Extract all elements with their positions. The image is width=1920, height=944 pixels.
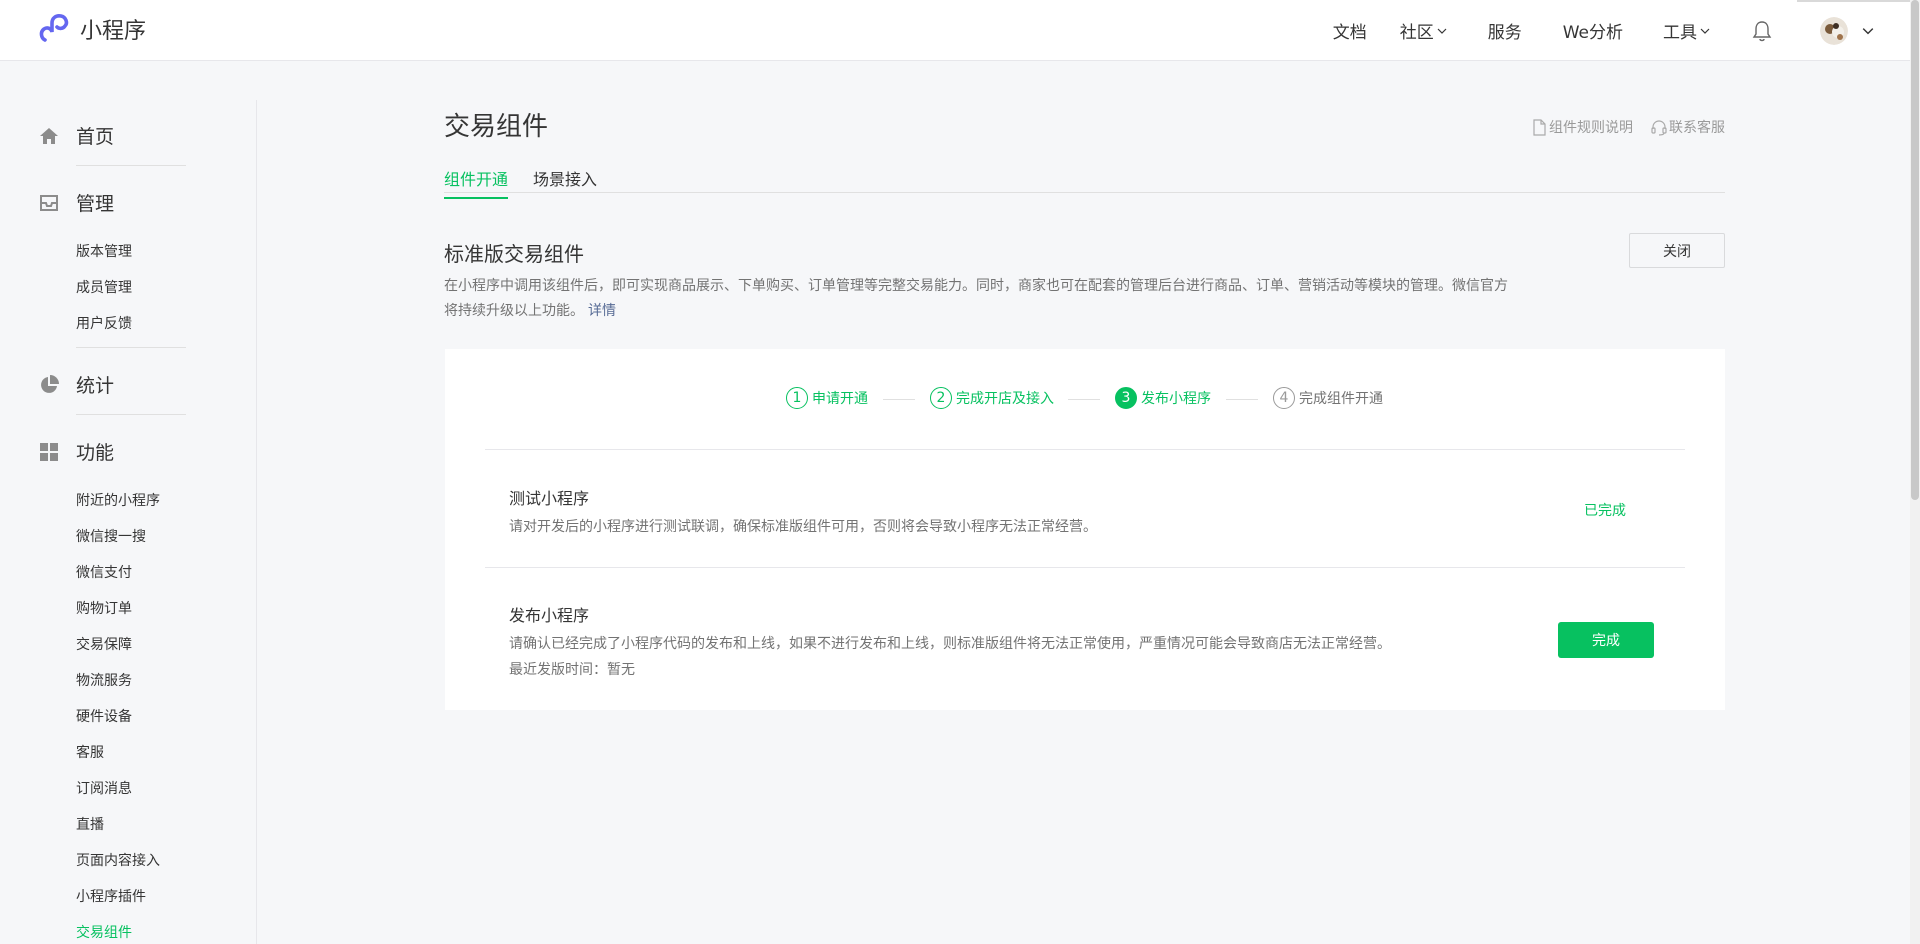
sidebar-item-version[interactable]: 版本管理: [76, 241, 132, 261]
nav-community[interactable]: 社区: [1400, 18, 1447, 43]
sidebar-item-plugins[interactable]: 小程序插件: [76, 886, 146, 906]
sidebar-item-orders[interactable]: 购物订单: [76, 598, 132, 618]
support-link-label: 联系客服: [1669, 120, 1725, 136]
step-connector: [1068, 399, 1100, 400]
sidebar-item-feedback[interactable]: 用户反馈: [76, 313, 132, 333]
sidebar-item-pay[interactable]: 微信支付: [76, 562, 132, 582]
top-bar: 小程序 文档 社区 服务 We分析 工具: [0, 0, 1920, 61]
sidebar: 首页 管理 版本管理 成员管理 用户反馈 统计 功能 附近的小程序 微信搜一搜 …: [0, 100, 257, 944]
avatar-image: [1820, 16, 1848, 45]
sidebar-item-members[interactable]: 成员管理: [76, 277, 132, 297]
card-divider: [485, 567, 1685, 568]
nav-we-analysis-label: We分析: [1562, 23, 1623, 43]
sidebar-item-stats-label: 统计: [76, 375, 115, 397]
task-publish-desc: 请确认已经完成了小程序代码的发布和上线，如果不进行发布和上线，则标准版组件将无法…: [509, 636, 1391, 652]
sidebar-item-subscribe[interactable]: 订阅消息: [76, 778, 132, 798]
tab-scene-access[interactable]: 场景接入: [533, 166, 597, 190]
task-publish-last-release: 最近发版时间：暂无: [509, 662, 635, 678]
sidebar-item-home[interactable]: 首页: [38, 122, 114, 149]
details-link[interactable]: 详情: [588, 303, 616, 319]
bell-icon[interactable]: [1752, 20, 1772, 42]
description-line-2: 将持续升级以上功能。: [444, 303, 584, 319]
sidebar-item-trade-component[interactable]: 交易组件: [76, 922, 132, 942]
scrollbar-thumb[interactable]: [1911, 0, 1919, 500]
sidebar-item-home-label: 首页: [76, 126, 115, 148]
task-test-title: 测试小程序: [509, 489, 590, 508]
logo-text: 小程序: [80, 19, 147, 44]
grid-icon: [40, 442, 58, 461]
page-title: 交易组件: [444, 112, 549, 142]
complete-button[interactable]: 完成: [1558, 622, 1654, 658]
step-4-label: 完成组件开通: [1299, 391, 1383, 407]
description-line-2-wrap: 将持续升级以上功能。 详情: [444, 299, 1524, 324]
stepper: 1 申请开通 2 完成开店及接入 3 发布小程序 4 完成组件开通: [445, 387, 1725, 411]
document-icon: [1533, 118, 1546, 136]
support-link[interactable]: 联系客服: [1651, 117, 1725, 137]
sidebar-item-nearby[interactable]: 附近的小程序: [76, 490, 160, 510]
sidebar-item-features[interactable]: 功能: [38, 438, 114, 465]
step-1: 1 申请开通: [786, 387, 868, 409]
step-connector: [1226, 399, 1258, 400]
top-links: 组件规则说明 联系客服: [1531, 117, 1725, 137]
section-description: 在小程序中调用该组件后，即可实现商品展示、下单购买、订单管理等完整交易能力。同时…: [444, 274, 1524, 324]
tab-component-activation[interactable]: 组件开通: [444, 166, 509, 199]
sidebar-item-live[interactable]: 直播: [76, 814, 104, 834]
sidebar-item-logistics[interactable]: 物流服务: [76, 670, 132, 690]
nav-community-label: 社区: [1399, 23, 1434, 43]
step-4-number: 4: [1273, 387, 1295, 409]
tab-bar: 组件开通 场景接入: [444, 158, 1725, 199]
rules-link-label: 组件规则说明: [1549, 120, 1633, 136]
sidebar-item-manage-label: 管理: [76, 193, 115, 215]
nav-services-label: 服务: [1487, 23, 1522, 43]
scrollbar[interactable]: [1910, 0, 1920, 944]
step-3-label: 发布小程序: [1141, 391, 1211, 407]
sidebar-divider: [76, 414, 186, 415]
step-1-number: 1: [786, 387, 808, 409]
step-2-number: 2: [930, 387, 952, 409]
step-connector: [883, 399, 915, 400]
sidebar-item-search[interactable]: 微信搜一搜: [76, 526, 146, 546]
step-4: 4 完成组件开通: [1273, 387, 1383, 409]
chevron-down-icon: [1437, 28, 1447, 34]
pie-chart-icon: [41, 374, 59, 393]
sidebar-item-stats[interactable]: 统计: [38, 371, 114, 398]
step-3-number: 3: [1115, 387, 1137, 409]
activation-card: 1 申请开通 2 完成开店及接入 3 发布小程序 4 完成组件开通 测试小程序 …: [445, 349, 1725, 710]
section-title: 标准版交易组件: [444, 242, 584, 266]
sidebar-item-features-label: 功能: [76, 442, 115, 464]
nav-tools[interactable]: 工具: [1663, 18, 1710, 43]
task-test-desc: 请对开发后的小程序进行测试联调，确保标准版组件可用，否则将会导致小程序无法正常经…: [509, 519, 1097, 535]
chevron-down-icon: [1700, 28, 1710, 34]
step-1-label: 申请开通: [812, 391, 868, 407]
task-test-status: 已完成: [1584, 503, 1626, 519]
sidebar-item-manage[interactable]: 管理: [38, 189, 114, 216]
rules-link[interactable]: 组件规则说明: [1531, 117, 1633, 137]
logo[interactable]: 小程序: [38, 13, 146, 45]
nav-docs[interactable]: 文档: [1333, 18, 1367, 43]
nav-tools-label: 工具: [1663, 23, 1697, 43]
sidebar-item-customer-service[interactable]: 客服: [76, 742, 104, 762]
description-line-1: 在小程序中调用该组件后，即可实现商品展示、下单购买、订单管理等完整交易能力。同时…: [444, 278, 1508, 294]
sidebar-item-page-content[interactable]: 页面内容接入: [76, 850, 160, 870]
sidebar-divider: [76, 165, 186, 166]
close-button[interactable]: 关闭: [1629, 233, 1725, 268]
nav-we-analysis[interactable]: We分析: [1563, 18, 1623, 43]
task-publish-title: 发布小程序: [509, 606, 590, 625]
sidebar-item-hardware[interactable]: 硬件设备: [76, 706, 132, 726]
nav-services[interactable]: 服务: [1488, 18, 1522, 43]
sidebar-divider: [76, 347, 186, 348]
step-2: 2 完成开店及接入: [930, 387, 1054, 409]
mini-program-logo-icon: [39, 14, 69, 42]
chevron-down-icon[interactable]: [1862, 25, 1874, 37]
card-divider: [485, 449, 1685, 450]
home-icon: [40, 127, 58, 144]
step-2-label: 完成开店及接入: [956, 391, 1054, 407]
top-nav: 文档 社区 服务 We分析 工具: [1333, 0, 1920, 61]
headset-icon: [1651, 119, 1667, 136]
sidebar-item-guarantee[interactable]: 交易保障: [76, 634, 132, 654]
inbox-icon: [40, 194, 58, 211]
avatar[interactable]: [1820, 16, 1848, 45]
nav-docs-label: 文档: [1332, 23, 1367, 43]
step-3: 3 发布小程序: [1115, 387, 1211, 409]
